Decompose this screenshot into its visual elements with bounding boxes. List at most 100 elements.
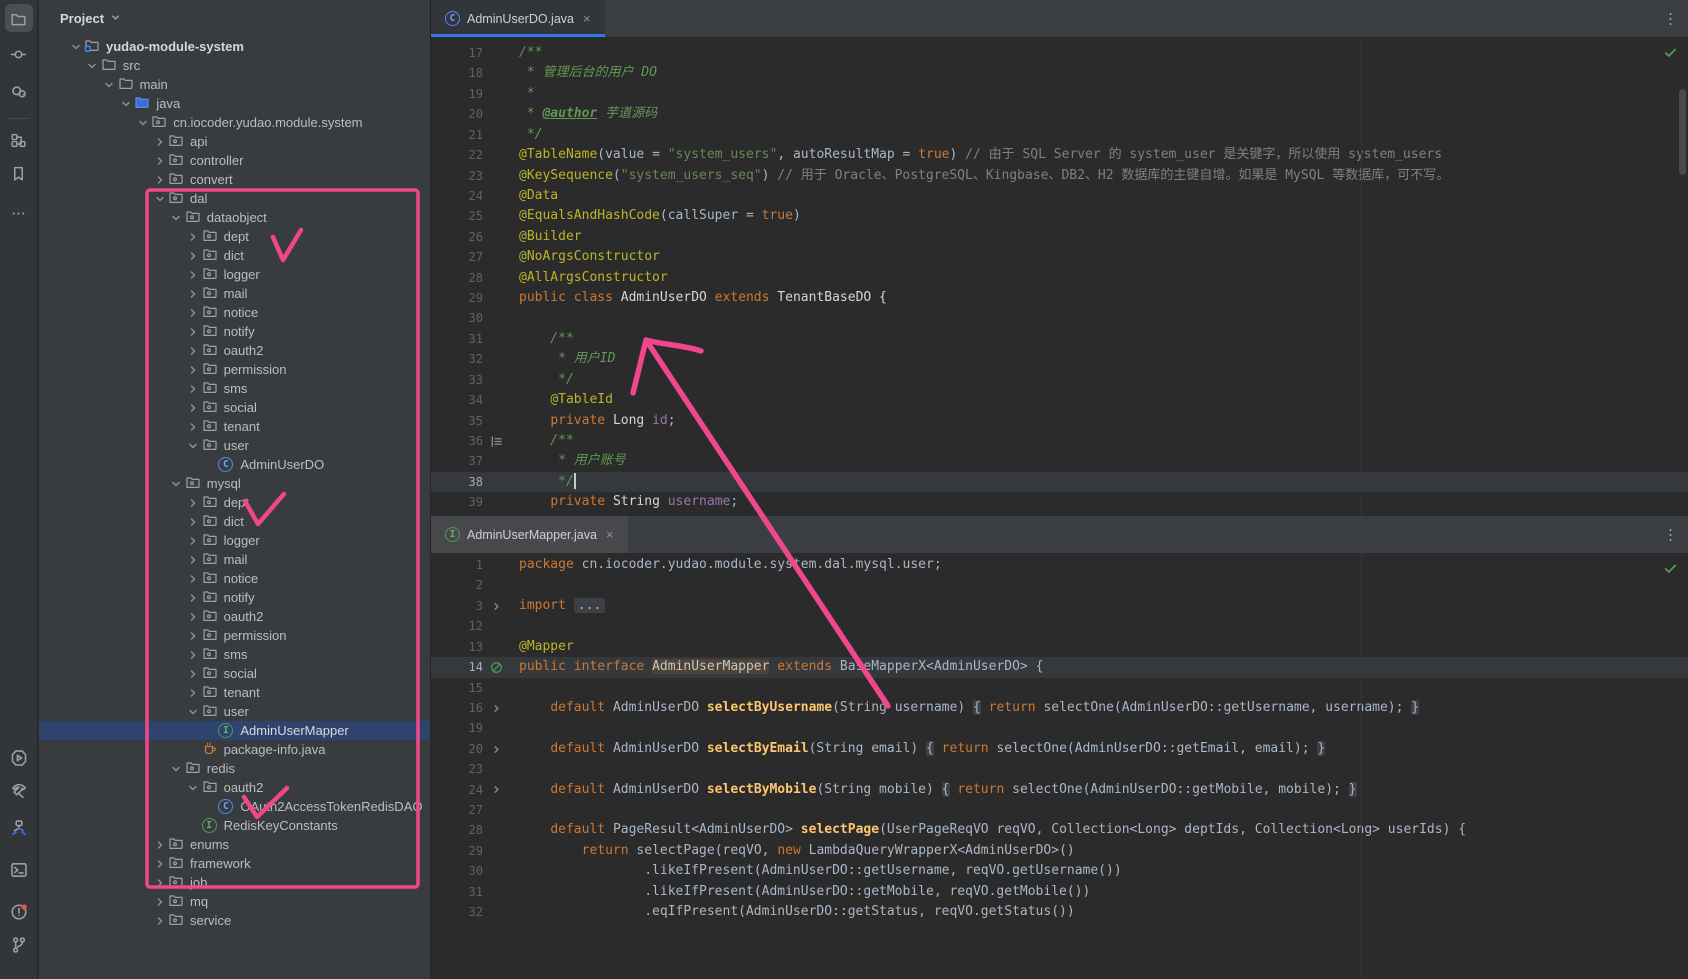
- code-line-29[interactable]: 29 return selectPage(reqVO, new LambdaQu…: [431, 841, 1688, 861]
- chevron-right-icon[interactable]: [185, 554, 202, 566]
- tree-item-permission[interactable]: permission: [39, 360, 430, 379]
- code-line-39[interactable]: 39 private String username;: [431, 492, 1688, 512]
- chevron-down-icon[interactable]: [101, 79, 118, 91]
- tree-item-dataobject[interactable]: dataobject: [39, 208, 430, 227]
- tree-item-rediskeyconstants[interactable]: IRedisKeyConstants: [39, 816, 430, 835]
- line-number[interactable]: 21: [431, 125, 483, 145]
- tree-item-logger[interactable]: logger: [39, 265, 430, 284]
- chevron-right-icon[interactable]: [185, 421, 202, 433]
- chevron-down-icon[interactable]: [185, 440, 202, 452]
- tree-item-framework[interactable]: framework: [39, 854, 430, 873]
- tree-item-enums[interactable]: enums: [39, 835, 430, 854]
- line-number[interactable]: 1: [431, 555, 483, 575]
- tree-item-notify[interactable]: notify: [39, 322, 430, 341]
- tree-item-package-info-java[interactable]: package-info.java: [39, 740, 430, 759]
- line-number[interactable]: 26: [431, 227, 483, 247]
- tree-item-mq[interactable]: mq: [39, 892, 430, 911]
- line-number[interactable]: 28: [431, 268, 483, 288]
- tree-item-permission[interactable]: permission: [39, 626, 430, 645]
- chevron-down-icon[interactable]: [168, 212, 185, 224]
- code-line-23[interactable]: 23@KeySequence("system_users_seq") // 用于…: [431, 166, 1688, 186]
- chevron-right-icon[interactable]: [185, 687, 202, 699]
- code-line-31[interactable]: 31 .likeIfPresent(AdminUserDO::getMobile…: [431, 882, 1688, 902]
- structure-tool-icon[interactable]: [5, 126, 33, 154]
- code-line-35[interactable]: 35 private Long id;: [431, 411, 1688, 431]
- line-number[interactable]: 19: [431, 718, 483, 738]
- line-number[interactable]: 28: [431, 820, 483, 840]
- line-number[interactable]: 32: [431, 902, 483, 922]
- line-number[interactable]: 30: [431, 308, 483, 328]
- code-line-30[interactable]: 30: [431, 308, 1688, 328]
- tab-adminuserdo[interactable]: C AdminUserDO.java ×: [431, 0, 605, 37]
- code-line-36[interactable]: 36 /**: [431, 431, 1688, 451]
- chevron-right-icon[interactable]: [185, 668, 202, 680]
- chevron-right-icon[interactable]: [185, 573, 202, 585]
- chevron-down-icon[interactable]: [67, 41, 84, 53]
- chevron-right-icon[interactable]: [151, 896, 168, 908]
- line-number[interactable]: 30: [431, 861, 483, 881]
- line-number[interactable]: 23: [431, 166, 483, 186]
- tree-item-job[interactable]: job: [39, 873, 430, 892]
- code-line-32[interactable]: 32 * 用户ID: [431, 349, 1688, 369]
- tree-item-social[interactable]: social: [39, 664, 430, 683]
- tree-item-api[interactable]: api: [39, 132, 430, 151]
- tree-item-logger[interactable]: logger: [39, 531, 430, 550]
- tree-item-sms[interactable]: sms: [39, 645, 430, 664]
- line-number[interactable]: 29: [431, 841, 483, 861]
- tree-item-java[interactable]: java: [39, 94, 430, 113]
- chevron-right-icon[interactable]: [185, 345, 202, 357]
- chevron-down-icon[interactable]: [185, 782, 202, 794]
- chevron-right-icon[interactable]: [185, 269, 202, 281]
- line-number[interactable]: 36: [431, 431, 483, 451]
- tree-item-mysql[interactable]: mysql: [39, 474, 430, 493]
- chevron-right-icon[interactable]: [151, 915, 168, 927]
- code-line-27[interactable]: 27@NoArgsConstructor: [431, 247, 1688, 267]
- line-number[interactable]: 33: [431, 370, 483, 390]
- chevron-down-icon[interactable]: [84, 60, 101, 72]
- line-number[interactable]: 24: [431, 186, 483, 206]
- code-line-15[interactable]: 15: [431, 678, 1688, 698]
- tree-item-tenant[interactable]: tenant: [39, 417, 430, 436]
- version-control-tool-icon[interactable]: [5, 931, 33, 959]
- tab-adminusermapper[interactable]: I AdminUserMapper.java ×: [431, 516, 628, 553]
- tree-item-dict[interactable]: dict: [39, 246, 430, 265]
- chevron-right-icon[interactable]: [185, 630, 202, 642]
- code-line-31[interactable]: 31 /**: [431, 329, 1688, 349]
- code-line-18[interactable]: 18 * 管理后台的用户 DO: [431, 63, 1688, 83]
- top-editor[interactable]: 17/**18 * 管理后台的用户 DO19 *20 * @author 芋道源…: [431, 37, 1688, 516]
- line-number[interactable]: 34: [431, 390, 483, 410]
- services-tool-icon[interactable]: [5, 814, 33, 842]
- tree-item-cn-iocoder-yudao-module-system[interactable]: cn.iocoder.yudao.module.system: [39, 113, 430, 132]
- chevron-right-icon[interactable]: [185, 611, 202, 623]
- chevron-down-icon[interactable]: [168, 763, 185, 775]
- tree-item-mail[interactable]: mail: [39, 284, 430, 303]
- code-line-27[interactable]: 27: [431, 800, 1688, 820]
- chevron-right-icon[interactable]: [185, 383, 202, 395]
- chevron-right-icon[interactable]: [151, 858, 168, 870]
- code-line-19[interactable]: 19 *: [431, 84, 1688, 104]
- code-line-23[interactable]: 23: [431, 759, 1688, 779]
- chevron-down-icon[interactable]: [185, 706, 202, 718]
- line-number[interactable]: 27: [431, 800, 483, 820]
- tree-item-oauth2accesstokenredisdao[interactable]: COAuth2AccessTokenRedisDAO: [39, 797, 430, 816]
- tree-item-social[interactable]: social: [39, 398, 430, 417]
- tree-item-convert[interactable]: convert: [39, 170, 430, 189]
- code-line-13[interactable]: 13@Mapper: [431, 637, 1688, 657]
- tree-item-dict[interactable]: dict: [39, 512, 430, 531]
- problems-tool-icon[interactable]: [5, 898, 33, 926]
- run-tool-icon[interactable]: [5, 744, 33, 772]
- commit-tool-icon[interactable]: [5, 40, 33, 68]
- code-line-26[interactable]: 26@Builder: [431, 227, 1688, 247]
- code-line-25[interactable]: 25@EqualsAndHashCode(callSuper = true): [431, 206, 1688, 226]
- line-number[interactable]: 37: [431, 451, 483, 471]
- chevron-right-icon[interactable]: [185, 250, 202, 262]
- terminal-tool-icon[interactable]: [5, 856, 33, 884]
- tree-item-oauth2[interactable]: oauth2: [39, 607, 430, 626]
- code-line-20[interactable]: 20 default AdminUserDO selectByEmail(Str…: [431, 739, 1688, 759]
- chevron-right-icon[interactable]: [151, 174, 168, 186]
- chevron-down-icon[interactable]: [151, 193, 168, 205]
- tree-item-user[interactable]: user: [39, 702, 430, 721]
- chevron-down-icon[interactable]: [168, 478, 185, 490]
- chevron-right-icon[interactable]: [185, 231, 202, 243]
- line-number[interactable]: 32: [431, 349, 483, 369]
